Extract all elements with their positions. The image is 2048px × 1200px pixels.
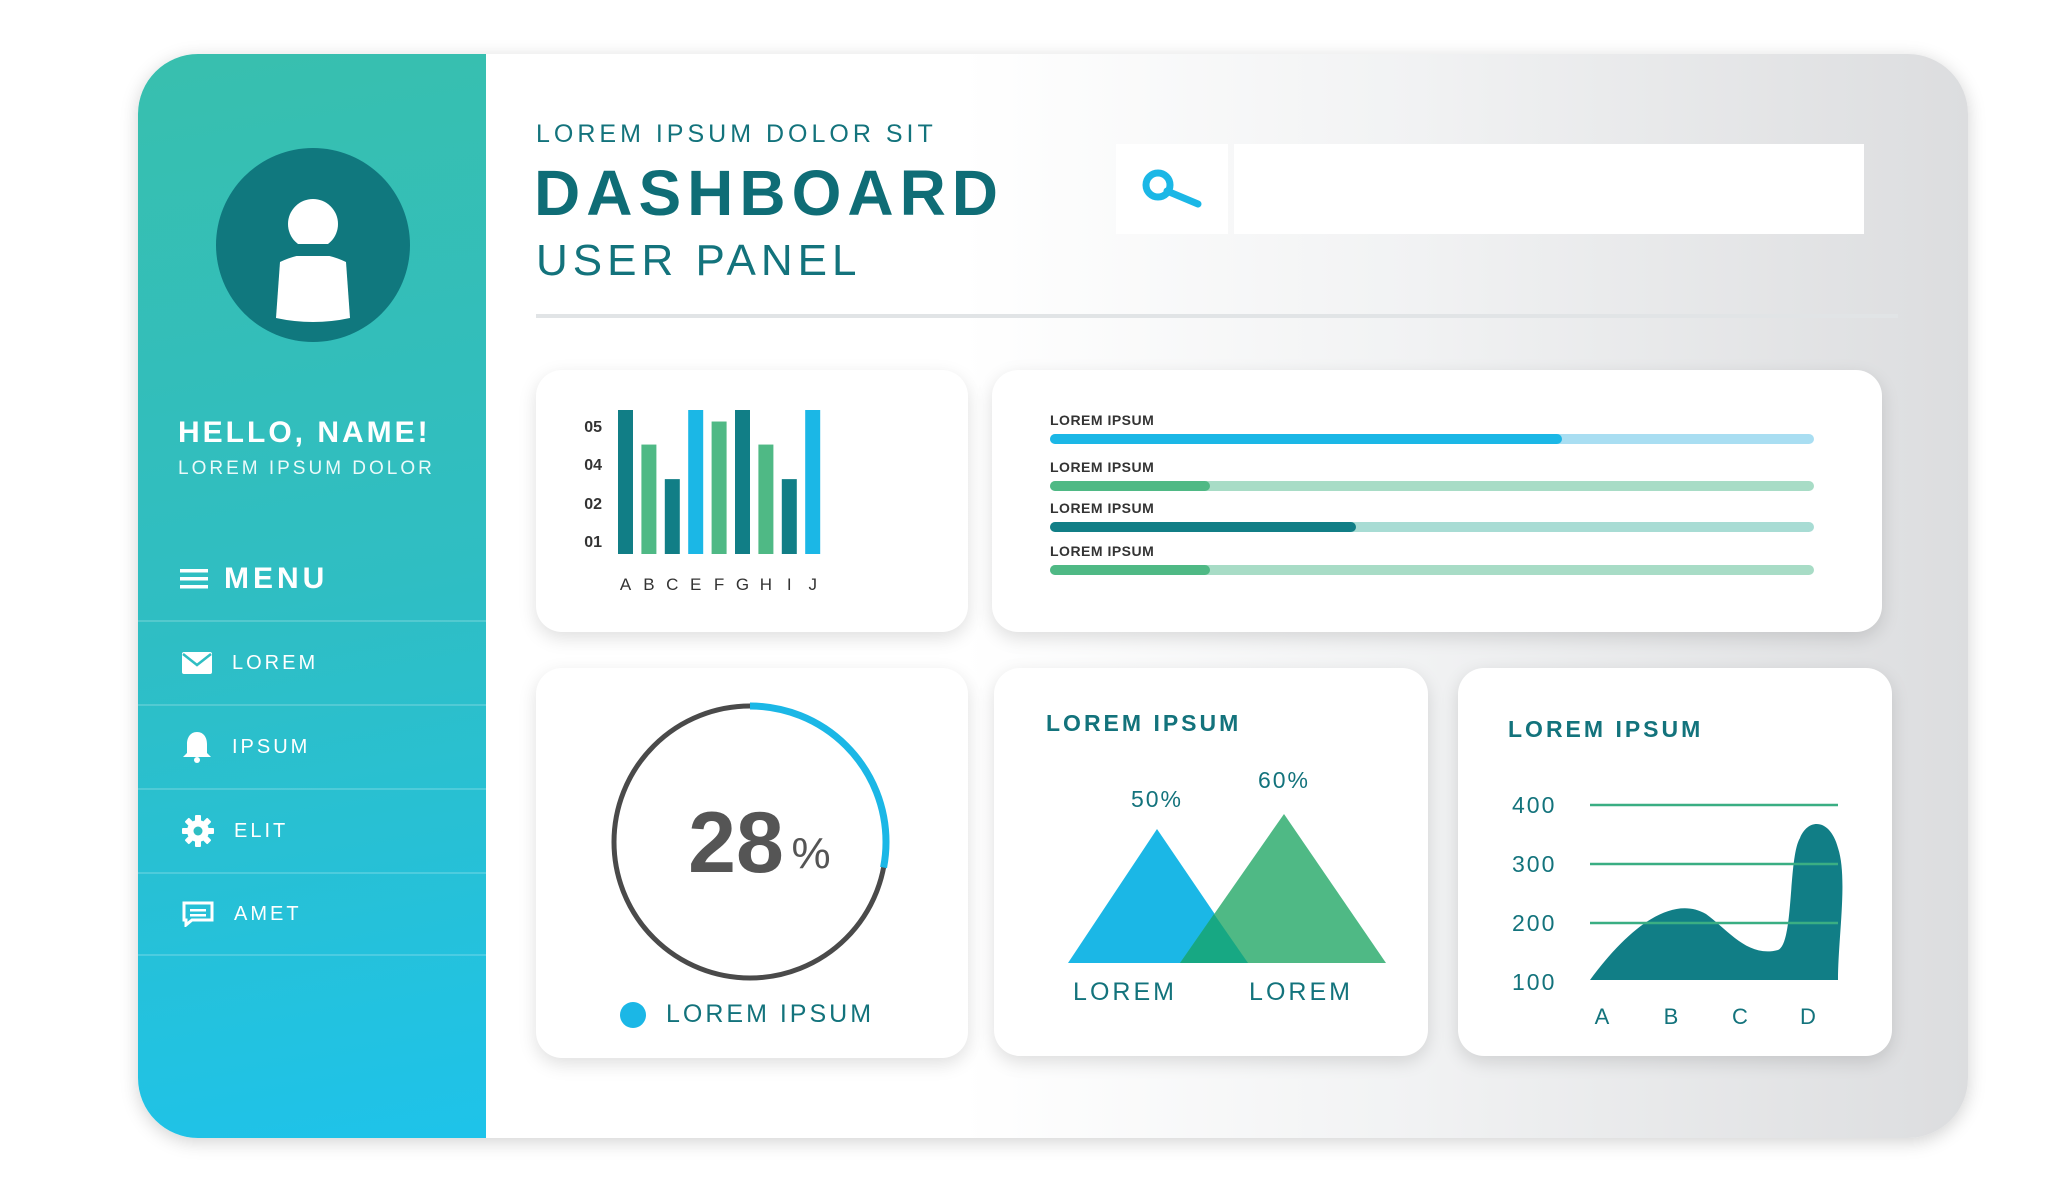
x-tick-label: H [760, 575, 772, 594]
dashboard-frame: HELLO, NAME! LOREM IPSUM DOLOR MENU LORE… [138, 54, 1968, 1138]
page-title-secondary: USER PANEL [536, 236, 862, 285]
sidebar: HELLO, NAME! LOREM IPSUM DOLOR MENU LORE… [138, 54, 486, 1138]
data-label: 50% [1131, 786, 1183, 812]
bar [711, 421, 727, 554]
greeting: HELLO, NAME! [178, 416, 431, 449]
bar-chart: A B C E F G H I J 05 04 02 01 [584, 410, 821, 594]
x-tick-label: B [1664, 1004, 1679, 1029]
progress-card: LOREM IPSUM LOREM IPSUM LOREM IPSUM LORE… [992, 370, 1882, 632]
search-input[interactable] [1234, 144, 1864, 234]
bell-icon [183, 732, 211, 763]
area-chart-card: LOREM IPSUM 400 300 200 100 A B C D [1458, 668, 1892, 1056]
data-label: 60% [1258, 767, 1310, 793]
avatar[interactable] [216, 148, 410, 342]
progress-fill [1050, 522, 1356, 532]
progress-track [1050, 481, 1814, 491]
menu-header[interactable]: MENU [180, 562, 328, 596]
bar [618, 410, 633, 554]
x-tick-label: C [666, 575, 678, 594]
progress-label: LOREM IPSUM [1050, 459, 1155, 475]
x-tick-label: LOREM [1073, 978, 1177, 1006]
y-tick-label: 01 [584, 534, 602, 551]
x-tick-label: A [620, 575, 632, 594]
progress-fill [1050, 565, 1211, 575]
x-tick-label: B [643, 575, 654, 594]
percentage-legend: LOREM IPSUM [620, 1000, 874, 1029]
menu-list: LOREM IPSUM ELIT AMET [138, 620, 486, 956]
bar [664, 479, 680, 554]
x-tick-label: D [1800, 1004, 1816, 1029]
envelope-icon [182, 652, 212, 674]
user-icon [276, 199, 350, 322]
x-tick-label: LOREM [1249, 978, 1353, 1006]
chat-icon [182, 901, 214, 927]
menu-item-label: AMET [234, 902, 302, 925]
menu-item-lorem[interactable]: LOREM [138, 620, 486, 704]
x-tick-label: A [1595, 1004, 1610, 1029]
bar [641, 444, 657, 554]
y-tick-label: 300 [1512, 851, 1556, 877]
y-tick-label: 05 [584, 419, 602, 436]
search-icon [1142, 169, 1202, 208]
page-title: DASHBOARD [534, 157, 1004, 229]
progress-track [1050, 522, 1814, 532]
header-divider [536, 314, 1898, 318]
bar [688, 410, 704, 554]
progress-label: LOREM IPSUM [1050, 543, 1155, 559]
percentage-value: 28 [688, 795, 784, 891]
bar-chart-card: A B C E F G H I J 05 04 02 01 [536, 370, 968, 632]
menu-item-label: IPSUM [232, 735, 311, 758]
y-tick-label: 100 [1512, 969, 1556, 995]
x-tick-label: E [690, 575, 701, 594]
menu-item-label: ELIT [234, 819, 289, 842]
y-tick-label: 200 [1512, 910, 1556, 936]
area-chart: 400 300 200 100 A B C D [1512, 792, 1843, 1029]
percentage-unit: % [791, 829, 830, 878]
percentage-ring: 28 % [610, 702, 890, 982]
x-tick-label: G [736, 575, 749, 594]
menu-title: MENU [224, 562, 329, 595]
legend-dot-icon [620, 1001, 646, 1028]
triangle-chart-card: LOREM IPSUM 50% 60% LOREM LOREM [994, 668, 1428, 1056]
triangle-chart: 50% 60% LOREM LOREM [1068, 767, 1386, 1006]
progress-track [1050, 434, 1814, 444]
menu-item-amet[interactable]: AMET [138, 872, 486, 956]
menu-item-label: LOREM [232, 651, 319, 674]
x-tick-label: C [1732, 1004, 1748, 1029]
bar [735, 410, 750, 554]
search-button[interactable] [1116, 144, 1228, 234]
progress-fill [1050, 434, 1562, 444]
gear-icon [182, 815, 214, 847]
progress-fill [1050, 481, 1211, 491]
bar [758, 444, 774, 554]
bar [805, 410, 821, 554]
bar [781, 479, 797, 554]
menu-item-ipsum[interactable]: IPSUM [138, 704, 486, 788]
hamburger-icon [180, 569, 208, 589]
x-tick-label: I [787, 575, 792, 594]
x-tick-label: J [808, 575, 817, 594]
y-tick-label: 02 [584, 496, 602, 513]
menu-item-elit[interactable]: ELIT [138, 788, 486, 872]
percentage-card: 28 % LOREM IPSUM [536, 668, 968, 1058]
y-tick-label: 400 [1512, 792, 1556, 818]
page-subtitle: LOREM IPSUM DOLOR SIT [536, 120, 937, 148]
progress-label: LOREM IPSUM [1050, 412, 1155, 428]
y-tick-label: 04 [584, 457, 602, 474]
area-series [1590, 824, 1843, 980]
x-tick-label: F [714, 575, 724, 594]
progress-label: LOREM IPSUM [1050, 500, 1155, 516]
progress-track [1050, 565, 1814, 575]
greeting-subtitle: LOREM IPSUM DOLOR [178, 458, 435, 479]
legend-label: LOREM IPSUM [666, 1000, 875, 1028]
